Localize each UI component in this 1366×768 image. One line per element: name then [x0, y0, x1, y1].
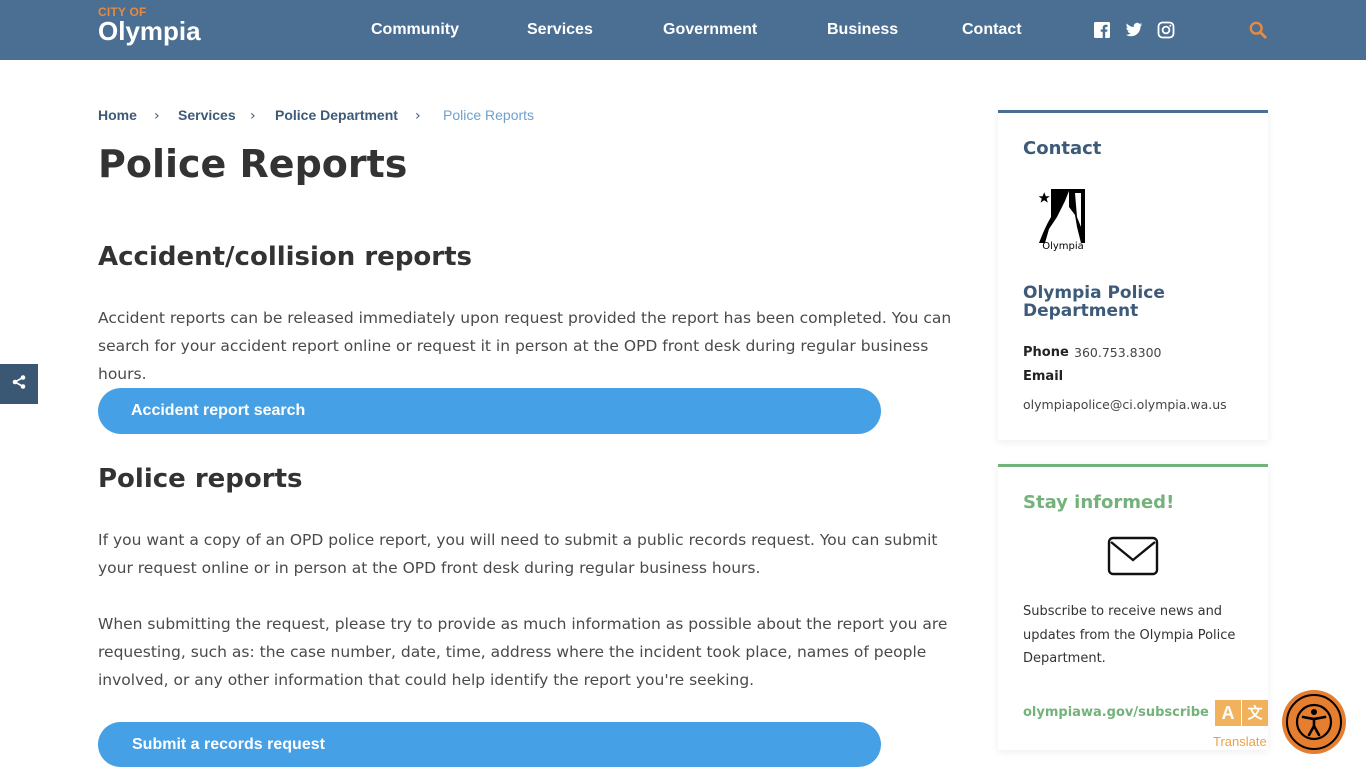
subscribe-link[interactable]: olympiawa.gov/subscribe: [1023, 705, 1209, 720]
breadcrumb-home[interactable]: Home: [98, 107, 137, 123]
breadcrumb-separator: ›: [250, 108, 256, 124]
breadcrumb-current: Police Reports: [443, 107, 535, 123]
share-button[interactable]: [0, 364, 38, 404]
nav-government[interactable]: Government: [663, 21, 757, 39]
translate-a-icon: A: [1215, 700, 1241, 726]
breadcrumb-separator: ›: [415, 108, 421, 124]
subscribe-description: Subscribe to receive news and updates fr…: [1023, 604, 1236, 666]
nav-contact[interactable]: Contact: [962, 21, 1022, 39]
email-link[interactable]: olympiapolice@ci.olympia.wa.us: [1023, 397, 1227, 412]
accessibility-button[interactable]: [1282, 690, 1346, 754]
stay-informed-title: Stay informed!: [1023, 492, 1175, 513]
accident-report-search-button[interactable]: Accident report search: [98, 388, 881, 434]
instagram-icon[interactable]: [1157, 21, 1175, 39]
translate-char-icon: 文: [1242, 700, 1268, 726]
breadcrumb-separator: ›: [154, 108, 160, 124]
twitter-icon[interactable]: [1125, 21, 1143, 39]
logo-olympia: Olympia: [98, 16, 201, 46]
city-logo[interactable]: CITY OF Olympia: [98, 5, 201, 44]
contact-card: Contact Olympia Olympia Police Departmen…: [998, 110, 1268, 440]
nav-community[interactable]: Community: [371, 21, 459, 39]
logo-text: Olympia: [1042, 241, 1084, 251]
police-department-logo: Olympia: [1035, 187, 1091, 252]
contact-title: Contact: [1023, 138, 1102, 159]
email-label: Email: [1023, 369, 1064, 384]
nav-services[interactable]: Services: [527, 21, 593, 39]
breadcrumb-police-department[interactable]: Police Department: [275, 107, 398, 123]
breadcrumb-services[interactable]: Services: [178, 107, 236, 123]
section-heading-accident: Accident/collision reports: [98, 242, 473, 272]
page-title: Police Reports: [98, 142, 408, 186]
share-icon: [11, 374, 27, 394]
facebook-icon[interactable]: [1093, 21, 1111, 39]
envelope-icon: [1107, 536, 1159, 576]
request-info-paragraph: When submitting the request, please try …: [98, 615, 948, 689]
section-heading-police-reports: Police reports: [98, 464, 303, 494]
phone-number[interactable]: 360.753.8300: [1074, 345, 1161, 360]
search-icon[interactable]: [1249, 21, 1267, 39]
submit-records-request-button[interactable]: Submit a records request: [98, 722, 881, 767]
department-name[interactable]: Olympia Police Department: [1023, 284, 1253, 320]
phone-label: Phone: [1023, 345, 1069, 360]
nav-business[interactable]: Business: [827, 21, 898, 39]
site-header: CITY OF Olympia Community Services Gover…: [0, 0, 1366, 60]
accessibility-icon: [1286, 694, 1342, 750]
translate-label[interactable]: Translate: [1213, 734, 1267, 749]
accident-paragraph: Accident reports can be released immedia…: [98, 309, 952, 383]
police-reports-paragraph: If you want a copy of an OPD police repo…: [98, 531, 938, 577]
